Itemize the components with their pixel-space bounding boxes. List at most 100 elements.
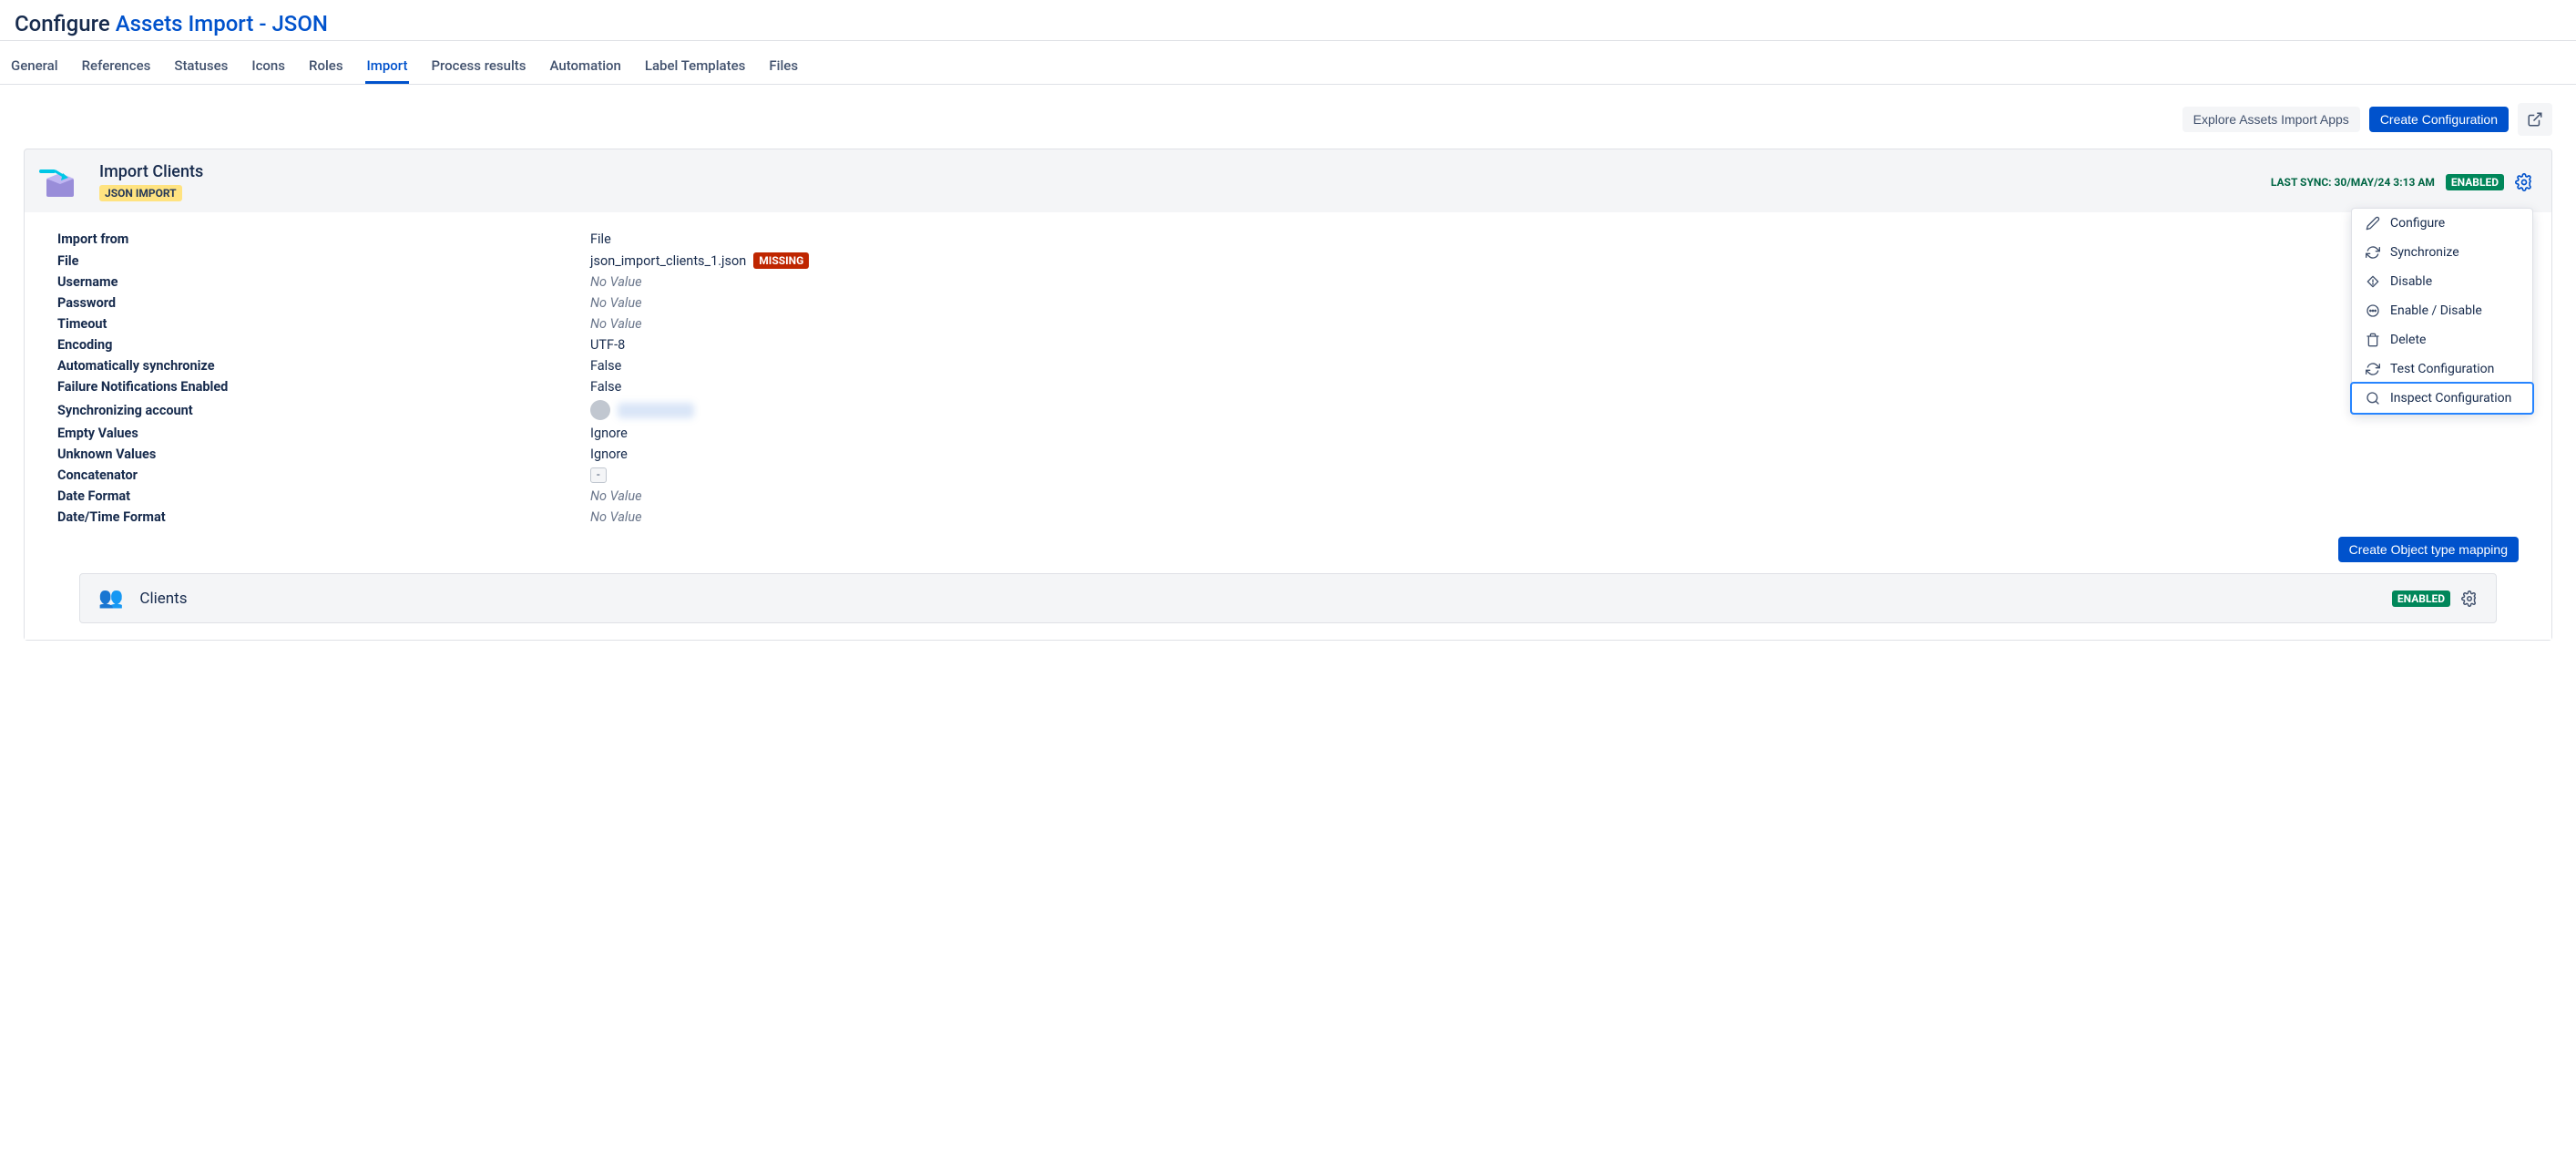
settings-gear-button[interactable] bbox=[2515, 173, 2533, 191]
field-label: Concatenator bbox=[57, 467, 590, 483]
gear-icon bbox=[2461, 590, 2478, 607]
menu-item-label: Test Configuration bbox=[2390, 362, 2494, 376]
tab-process-results[interactable]: Process results bbox=[429, 50, 527, 84]
field-label: Failure Notifications Enabled bbox=[57, 379, 590, 395]
tab-files[interactable]: Files bbox=[767, 50, 800, 84]
import-panel-header: Import Clients JSON IMPORT LAST SYNC: 30… bbox=[25, 149, 2551, 212]
field-label: Date Format bbox=[57, 488, 590, 504]
settings-dropdown: Configure Synchronize Disable Enable / Disa… bbox=[2351, 208, 2533, 414]
menu-item-label: Inspect Configuration bbox=[2390, 391, 2511, 406]
clients-icon: 👥 bbox=[98, 587, 123, 610]
json-import-badge: JSON IMPORT bbox=[99, 185, 182, 201]
menu-delete[interactable]: Delete bbox=[2352, 325, 2532, 354]
create-configuration-button[interactable]: Create Configuration bbox=[2369, 107, 2509, 132]
field-label: Unknown Values bbox=[57, 447, 590, 462]
field-row: Filejson_import_clients_1.jsonMISSING bbox=[57, 250, 2519, 272]
blurred-user bbox=[618, 403, 694, 418]
import-panel: Import Clients JSON IMPORT LAST SYNC: 30… bbox=[24, 149, 2552, 641]
field-row: Automatically synchronizeFalse bbox=[57, 355, 2519, 376]
field-row: TimeoutNo Value bbox=[57, 313, 2519, 334]
menu-item-label: Disable bbox=[2390, 274, 2432, 289]
field-value: False bbox=[590, 358, 621, 374]
field-row: Date FormatNo Value bbox=[57, 486, 2519, 507]
field-row: Date/Time FormatNo Value bbox=[57, 507, 2519, 528]
clients-gear-button[interactable] bbox=[2461, 590, 2478, 607]
field-row: Failure Notifications EnabledFalse bbox=[57, 376, 2519, 397]
menu-test-configuration[interactable]: Test Configuration bbox=[2352, 354, 2532, 384]
menu-item-label: Enable / Disable bbox=[2390, 303, 2482, 318]
sync-icon bbox=[2365, 362, 2381, 376]
field-value: No Value bbox=[590, 316, 642, 332]
title-link[interactable]: Assets Import - JSON bbox=[116, 11, 328, 36]
dots-circle-icon bbox=[2365, 303, 2381, 318]
tab-automation[interactable]: Automation bbox=[548, 50, 623, 84]
field-label: Import from bbox=[57, 231, 590, 247]
page-title: Configure Assets Import - JSON bbox=[15, 11, 2561, 36]
search-icon bbox=[2365, 391, 2381, 406]
field-row: Concatenator- bbox=[57, 465, 2519, 486]
diamond-exclaim-icon bbox=[2365, 274, 2381, 289]
tab-statuses[interactable]: Statuses bbox=[172, 50, 230, 84]
menu-item-label: Synchronize bbox=[2390, 245, 2459, 260]
toolbar: Explore Assets Import Apps Create Config… bbox=[0, 85, 2576, 149]
tab-import[interactable]: Import bbox=[365, 50, 410, 84]
field-row: Unknown ValuesIgnore bbox=[57, 444, 2519, 465]
concatenator-box: - bbox=[590, 467, 607, 483]
field-value: No Value bbox=[590, 274, 642, 290]
field-value: No Value bbox=[590, 295, 642, 311]
tab-label-templates[interactable]: Label Templates bbox=[643, 50, 748, 84]
field-value: Ignore bbox=[590, 426, 628, 441]
field-row: EncodingUTF-8 bbox=[57, 334, 2519, 355]
menu-disable[interactable]: Disable bbox=[2352, 267, 2532, 296]
field-value: False bbox=[590, 379, 621, 395]
menu-item-label: Configure bbox=[2390, 216, 2445, 231]
field-row: Empty ValuesIgnore bbox=[57, 423, 2519, 444]
field-label: Automatically synchronize bbox=[57, 358, 590, 374]
trash-icon bbox=[2365, 333, 2381, 347]
tab-general[interactable]: General bbox=[9, 50, 60, 84]
external-link-icon bbox=[2527, 111, 2543, 128]
field-label: Timeout bbox=[57, 316, 590, 332]
field-row: UsernameNo Value bbox=[57, 272, 2519, 293]
field-value: UTF-8 bbox=[590, 337, 625, 353]
clients-subpanel: 👥 Clients ENABLED bbox=[79, 573, 2497, 623]
import-title: Import Clients bbox=[99, 162, 203, 181]
field-value: File bbox=[590, 231, 611, 247]
field-value: json_import_clients_1.jsonMISSING bbox=[590, 252, 809, 269]
title-prefix: Configure bbox=[15, 11, 110, 36]
sync-icon bbox=[2365, 245, 2381, 260]
tabs: General References Statuses Icons Roles Impor… bbox=[0, 41, 2576, 85]
tab-references[interactable]: References bbox=[80, 50, 153, 84]
menu-configure[interactable]: Configure bbox=[2352, 209, 2532, 238]
field-value bbox=[590, 400, 694, 420]
menu-item-label: Delete bbox=[2390, 333, 2426, 347]
import-panel-body: Import fromFileFilejson_import_clients_1… bbox=[25, 212, 2551, 640]
field-value: No Value bbox=[590, 488, 642, 504]
tab-icons[interactable]: Icons bbox=[250, 50, 287, 84]
field-value: No Value bbox=[590, 509, 642, 525]
gear-icon bbox=[2515, 173, 2533, 191]
avatar bbox=[590, 400, 610, 420]
menu-synchronize[interactable]: Synchronize bbox=[2352, 238, 2532, 267]
field-label: File bbox=[57, 253, 590, 269]
pencil-icon bbox=[2365, 216, 2381, 231]
missing-badge: MISSING bbox=[753, 252, 809, 269]
field-label: Empty Values bbox=[57, 426, 590, 441]
field-label: Username bbox=[57, 274, 590, 290]
clients-enabled-badge: ENABLED bbox=[2392, 590, 2450, 607]
field-value: Ignore bbox=[590, 447, 628, 462]
menu-inspect-configuration[interactable]: Inspect Configuration bbox=[2352, 384, 2532, 413]
tab-roles[interactable]: Roles bbox=[307, 50, 345, 84]
field-label: Encoding bbox=[57, 337, 590, 353]
explore-assets-button[interactable]: Explore Assets Import Apps bbox=[2182, 107, 2360, 132]
clients-title: Clients bbox=[139, 590, 187, 608]
field-row: Import fromFile bbox=[57, 229, 2519, 250]
field-row: Synchronizing account bbox=[57, 397, 2519, 423]
field-label: Date/Time Format bbox=[57, 509, 590, 525]
create-object-type-mapping-button[interactable]: Create Object type mapping bbox=[2338, 537, 2519, 562]
enabled-badge: ENABLED bbox=[2446, 174, 2504, 190]
external-link-button[interactable] bbox=[2518, 103, 2552, 136]
menu-enable-disable[interactable]: Enable / Disable bbox=[2352, 296, 2532, 325]
field-label: Password bbox=[57, 295, 590, 311]
import-box-icon bbox=[37, 164, 83, 200]
